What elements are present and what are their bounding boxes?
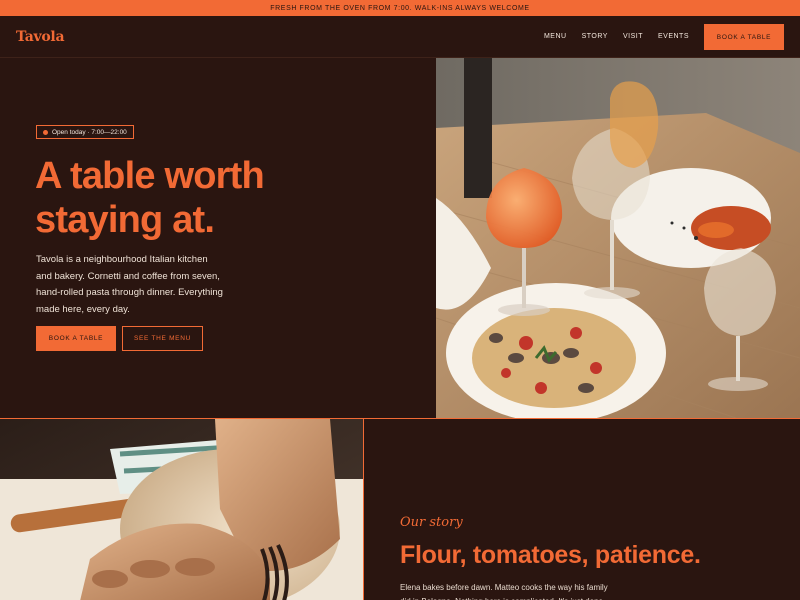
opening-hours-text: Open today · 7:00—22:00 bbox=[52, 128, 127, 136]
nav-link-menu[interactable]: MENU bbox=[544, 33, 567, 40]
announcement-text: FRESH FROM THE OVEN FROM 7:00. WALK-INS … bbox=[270, 4, 530, 12]
story-body: Elena bakes before dawn. Matteo cooks th… bbox=[400, 583, 608, 600]
hero-title-line-2: staying at. bbox=[35, 199, 215, 241]
announcement-bar: FRESH FROM THE OVEN FROM 7:00. WALK-INS … bbox=[0, 0, 800, 16]
story-section: Our story Flour, tomatoes, patience. Ele… bbox=[364, 418, 800, 600]
top-navigation: Tavola MENU STORY VISIT EVENTS BOOK A TA… bbox=[0, 16, 800, 58]
hero-title: A table worth staying at. bbox=[35, 154, 355, 242]
brand-logo[interactable]: Tavola bbox=[16, 29, 65, 45]
status-dot-icon bbox=[43, 129, 48, 135]
opening-hours-badge: Open today · 7:00—22:00 bbox=[36, 125, 134, 139]
hero-title-line-1: A table worth bbox=[35, 155, 265, 197]
nav-links: MENU STORY VISIT EVENTS bbox=[544, 33, 689, 40]
nav-link-events[interactable]: EVENTS bbox=[658, 33, 689, 40]
see-menu-button[interactable]: SEE THE MENU bbox=[122, 326, 203, 351]
hero-description: Tavola is a neighbourhood Italian kitche… bbox=[36, 254, 223, 315]
hero-section: Open today · 7:00—22:00 A table worth st… bbox=[0, 58, 436, 418]
story-eyebrow: Our story bbox=[400, 515, 463, 530]
nav-link-story[interactable]: STORY bbox=[582, 33, 608, 40]
book-table-button[interactable]: BOOK A TABLE bbox=[36, 326, 116, 351]
story-baking-photo bbox=[0, 418, 364, 600]
nav-link-visit[interactable]: VISIT bbox=[623, 33, 643, 40]
book-table-nav-button[interactable]: BOOK A TABLE bbox=[704, 24, 784, 50]
story-title: Flour, tomatoes, patience. bbox=[400, 541, 701, 569]
hero-food-photo bbox=[436, 58, 800, 418]
